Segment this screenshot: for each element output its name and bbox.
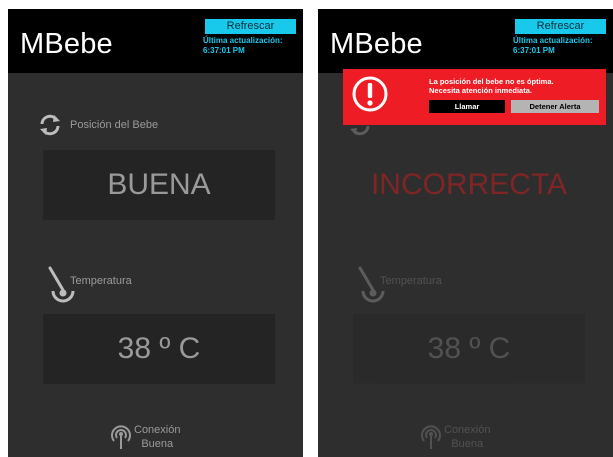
alert-message-line1: La posición del bebe no es óptima. — [429, 77, 554, 86]
last-update-label: Última actualización: — [203, 36, 283, 45]
position-label: Posición del Bebe — [70, 119, 159, 131]
temperature-label: Temperatura — [70, 275, 132, 287]
temperature-label: Temperatura — [380, 275, 442, 287]
last-update: Última actualización: 6:37:01 PM — [513, 36, 609, 56]
temperature-value: 38 º C — [43, 314, 275, 384]
top-bar: MBebe Refrescar Última actualización: 6:… — [8, 9, 303, 73]
stop-alert-button[interactable]: Detener Alerta — [511, 100, 599, 113]
connection-status: Conexión Buena — [134, 423, 180, 451]
exclamation-circle-icon — [352, 76, 388, 112]
connection-status: Conexión Buena — [444, 423, 490, 451]
last-update-time: 6:37:01 PM — [513, 46, 555, 55]
refresh-button[interactable]: Refrescar — [515, 19, 606, 34]
alert-banner: La posición del bebe no es óptima. Neces… — [343, 69, 606, 125]
antenna-icon — [421, 425, 441, 449]
last-update-time: 6:37:01 PM — [203, 46, 245, 55]
connection-value: Buena — [141, 438, 174, 450]
app-title: MBebe — [20, 28, 113, 60]
alert-message-line2: Necesita atención inmediata. — [429, 86, 532, 95]
phone-screen-normal: MBebe Refrescar Última actualización: 6:… — [8, 9, 303, 457]
last-update: Última actualización: 6:37:01 PM — [203, 36, 299, 56]
connection-label: Conexión — [134, 424, 181, 436]
position-value: BUENA — [43, 150, 275, 220]
antenna-icon — [111, 425, 131, 449]
alert-message: La posición del bebe no es óptima. Neces… — [429, 77, 604, 95]
phone-screen-alert: MBebe Refrescar Última actualización: 6:… — [318, 9, 613, 457]
connection-value: Buena — [451, 438, 484, 450]
refresh-button[interactable]: Refrescar — [205, 19, 296, 34]
temperature-value: 38 º C — [353, 314, 585, 384]
app-title: MBebe — [330, 28, 423, 60]
refresh-arrows-icon — [40, 114, 60, 136]
top-bar: MBebe Refrescar Última actualización: 6:… — [318, 9, 613, 73]
connection-label: Conexión — [444, 424, 491, 436]
position-value: INCORRECTA — [370, 168, 568, 201]
call-button[interactable]: Llamar — [429, 100, 505, 113]
last-update-label: Última actualización: — [513, 36, 593, 45]
